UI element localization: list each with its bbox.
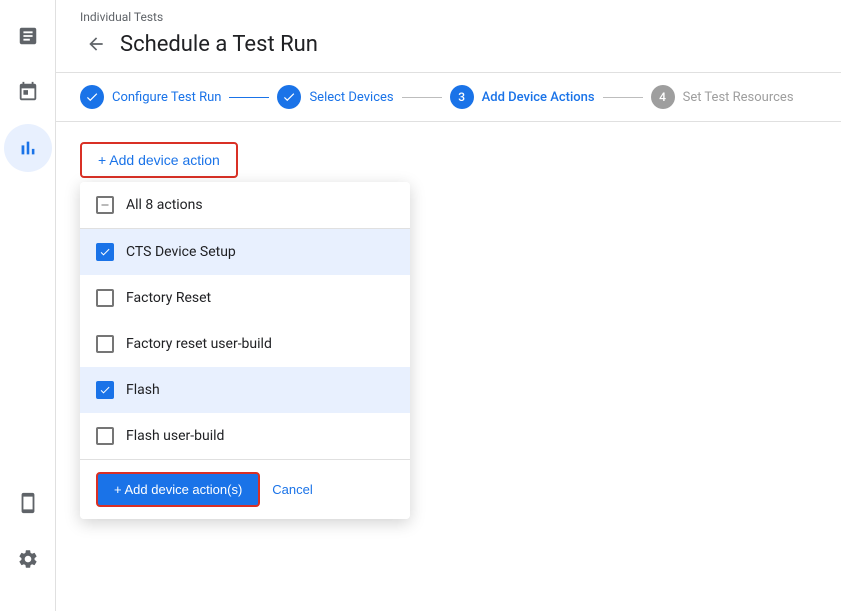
sidebar-item-settings[interactable] — [4, 535, 52, 583]
all-actions-checkbox[interactable] — [96, 196, 114, 214]
flash-checkbox[interactable] — [96, 381, 114, 399]
back-button[interactable] — [80, 28, 112, 60]
sidebar-item-tasks[interactable] — [4, 12, 52, 60]
breadcrumb: Individual Tests — [56, 0, 841, 24]
add-device-action-button[interactable]: + Add device action — [80, 142, 238, 178]
step-3-circle: 3 — [450, 85, 474, 109]
step-2-circle — [277, 85, 301, 109]
sidebar-item-devices[interactable] — [4, 479, 52, 527]
content-area: + Add device action All 8 actions — [56, 122, 841, 611]
connector-2 — [402, 97, 442, 98]
list-item-cts[interactable]: CTS Device Setup — [80, 229, 410, 275]
cancel-button[interactable]: Cancel — [272, 482, 312, 497]
factory-reset-user-label: Factory reset user-build — [126, 336, 272, 352]
step-3: 3 Add Device Actions — [450, 85, 595, 109]
step-2: Select Devices — [277, 85, 393, 109]
list-item-factory-reset[interactable]: Factory Reset — [80, 275, 410, 321]
cts-checkbox[interactable] — [96, 243, 114, 261]
connector-3 — [603, 97, 643, 98]
cts-label: CTS Device Setup — [126, 244, 236, 260]
main-content: Individual Tests Schedule a Test Run Con… — [56, 0, 841, 611]
flash-user-checkbox[interactable] — [96, 427, 114, 445]
sidebar-item-calendar[interactable] — [4, 68, 52, 116]
flash-user-label: Flash user-build — [126, 428, 224, 444]
step-3-label: Add Device Actions — [482, 90, 595, 105]
list-item-flash[interactable]: Flash — [80, 367, 410, 413]
factory-reset-label: Factory Reset — [126, 290, 211, 306]
step-1: Configure Test Run — [80, 85, 221, 109]
step-1-label: Configure Test Run — [112, 90, 221, 105]
all-actions-item[interactable]: All 8 actions — [80, 182, 410, 229]
list-item-flash-user[interactable]: Flash user-build — [80, 413, 410, 459]
connector-1 — [229, 97, 269, 98]
step-4-circle: 4 — [651, 85, 675, 109]
flash-label: Flash — [126, 382, 160, 398]
page-title: Schedule a Test Run — [120, 32, 318, 57]
sidebar — [0, 0, 56, 611]
all-actions-label: All 8 actions — [126, 197, 203, 213]
sidebar-item-analytics[interactable] — [4, 124, 52, 172]
header: Schedule a Test Run — [56, 24, 841, 72]
step-4-label: Set Test Resources — [683, 90, 794, 105]
dropdown-footer: + Add device action(s) Cancel — [80, 459, 410, 519]
step-2-label: Select Devices — [309, 90, 393, 105]
stepper: Configure Test Run Select Devices 3 Add … — [56, 72, 841, 122]
list-item-factory-reset-user[interactable]: Factory reset user-build — [80, 321, 410, 367]
factory-reset-user-checkbox[interactable] — [96, 335, 114, 353]
factory-reset-checkbox[interactable] — [96, 289, 114, 307]
dropdown-list: All 8 actions CTS Device Setup Factory R… — [80, 182, 410, 459]
dropdown-panel: All 8 actions CTS Device Setup Factory R… — [80, 182, 410, 519]
step-4: 4 Set Test Resources — [651, 85, 794, 109]
add-actions-button[interactable]: + Add device action(s) — [96, 472, 260, 507]
step-1-circle — [80, 85, 104, 109]
